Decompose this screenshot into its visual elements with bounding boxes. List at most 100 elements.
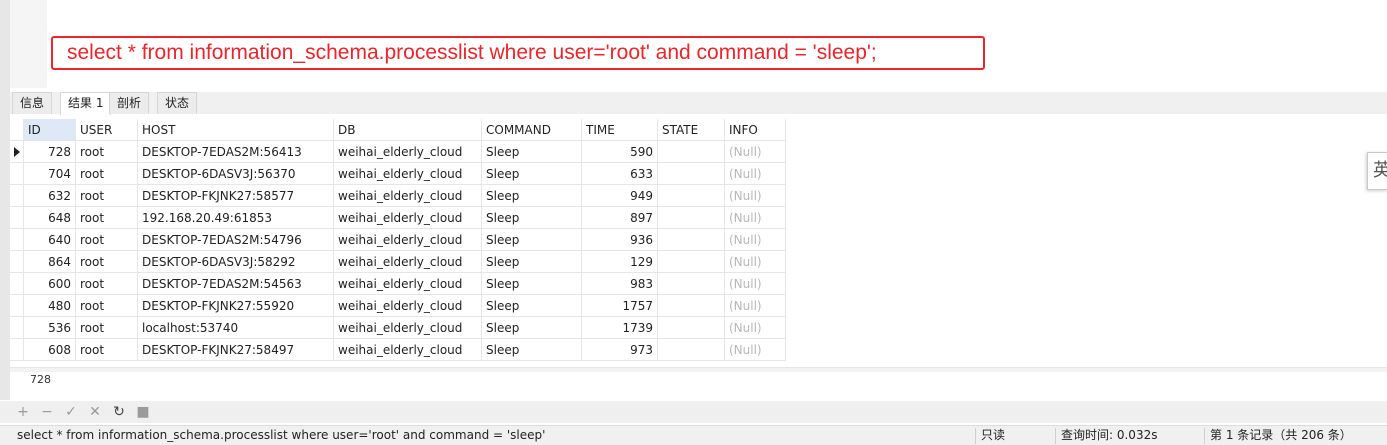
row-selector[interactable] — [10, 207, 24, 229]
cell-id[interactable]: 648 — [24, 207, 76, 229]
row-selector[interactable] — [10, 251, 24, 273]
cell-state[interactable] — [658, 295, 725, 317]
cell-user[interactable]: root — [76, 163, 138, 185]
cell-info[interactable]: (Null) — [725, 207, 786, 229]
cell-user[interactable]: root — [76, 207, 138, 229]
cell-id[interactable]: 480 — [24, 295, 76, 317]
tab-result-1[interactable]: 结果 1 — [60, 92, 112, 115]
row-selector[interactable] — [10, 163, 24, 185]
cell-command[interactable]: Sleep — [482, 251, 582, 273]
cell-host[interactable]: 192.168.20.49:61853 — [138, 207, 334, 229]
cell-time[interactable]: 1739 — [582, 317, 658, 339]
cell-command[interactable]: Sleep — [482, 207, 582, 229]
cell-command[interactable]: Sleep — [482, 339, 582, 361]
cell-command[interactable]: Sleep — [482, 295, 582, 317]
cell-id[interactable]: 728 — [24, 141, 76, 163]
cell-info[interactable]: (Null) — [725, 295, 786, 317]
cell-state[interactable] — [658, 251, 725, 273]
cell-id[interactable]: 704 — [24, 163, 76, 185]
cell-info[interactable]: (Null) — [725, 317, 786, 339]
cell-host[interactable]: DESKTOP-FKJNK27:55920 — [138, 295, 334, 317]
cell-time[interactable]: 590 — [582, 141, 658, 163]
cell-command[interactable]: Sleep — [482, 273, 582, 295]
cell-info[interactable]: (Null) — [725, 141, 786, 163]
column-header-id[interactable]: ID — [24, 119, 76, 141]
cell-db[interactable]: weihai_elderly_cloud — [334, 251, 482, 273]
cell-db[interactable]: weihai_elderly_cloud — [334, 207, 482, 229]
cell-time[interactable]: 973 — [582, 339, 658, 361]
column-header-state[interactable]: STATE — [658, 119, 725, 141]
cell-command[interactable]: Sleep — [482, 163, 582, 185]
row-selector[interactable] — [10, 317, 24, 339]
cell-info[interactable]: (Null) — [725, 251, 786, 273]
cell-host[interactable]: localhost:53740 — [138, 317, 334, 339]
column-header-host[interactable]: HOST — [138, 119, 334, 141]
cell-host[interactable]: DESKTOP-7EDAS2M:54796 — [138, 229, 334, 251]
stop-icon[interactable]: ■ — [135, 403, 151, 421]
cell-state[interactable] — [658, 141, 725, 163]
row-selector[interactable] — [10, 185, 24, 207]
cell-db[interactable]: weihai_elderly_cloud — [334, 141, 482, 163]
column-header-db[interactable]: DB — [334, 119, 482, 141]
cell-time[interactable]: 936 — [582, 229, 658, 251]
row-selector[interactable] — [10, 273, 24, 295]
cell-info[interactable]: (Null) — [725, 273, 786, 295]
row-selector[interactable] — [10, 295, 24, 317]
cell-command[interactable]: Sleep — [482, 185, 582, 207]
detail-pane-divider[interactable] — [10, 367, 1387, 372]
column-header-info[interactable]: INFO — [725, 119, 786, 141]
cell-host[interactable]: DESKTOP-7EDAS2M:54563 — [138, 273, 334, 295]
row-selector[interactable] — [10, 141, 24, 163]
cell-command[interactable]: Sleep — [482, 229, 582, 251]
cell-command[interactable]: Sleep — [482, 141, 582, 163]
cell-db[interactable]: weihai_elderly_cloud — [334, 273, 482, 295]
cell-db[interactable]: weihai_elderly_cloud — [334, 163, 482, 185]
cell-state[interactable] — [658, 273, 725, 295]
cell-state[interactable] — [658, 317, 725, 339]
cell-time[interactable]: 633 — [582, 163, 658, 185]
x-icon[interactable]: ✕ — [87, 403, 103, 421]
cell-time[interactable]: 949 — [582, 185, 658, 207]
cell-user[interactable]: root — [76, 229, 138, 251]
cell-id[interactable]: 640 — [24, 229, 76, 251]
cell-user[interactable]: root — [76, 339, 138, 361]
cell-command[interactable]: Sleep — [482, 317, 582, 339]
cell-state[interactable] — [658, 229, 725, 251]
cell-host[interactable]: DESKTOP-6DASV3J:56370 — [138, 163, 334, 185]
cell-id[interactable]: 536 — [24, 317, 76, 339]
cell-id[interactable]: 632 — [24, 185, 76, 207]
cell-host[interactable]: DESKTOP-FKJNK27:58497 — [138, 339, 334, 361]
row-selector[interactable] — [10, 339, 24, 361]
cell-state[interactable] — [658, 207, 725, 229]
cell-info[interactable]: (Null) — [725, 185, 786, 207]
column-header-user[interactable]: USER — [76, 119, 138, 141]
cell-host[interactable]: DESKTOP-FKJNK27:58577 — [138, 185, 334, 207]
refresh-icon[interactable]: ↻ — [111, 403, 127, 421]
cell-id[interactable]: 864 — [24, 251, 76, 273]
cell-time[interactable]: 1757 — [582, 295, 658, 317]
column-header-command[interactable]: COMMAND — [482, 119, 582, 141]
column-header-time[interactable]: TIME — [582, 119, 658, 141]
tab-info[interactable]: 信息 — [12, 92, 53, 114]
cell-state[interactable] — [658, 163, 725, 185]
cell-state[interactable] — [658, 339, 725, 361]
cell-user[interactable]: root — [76, 185, 138, 207]
cell-db[interactable]: weihai_elderly_cloud — [334, 229, 482, 251]
cell-host[interactable]: DESKTOP-6DASV3J:58292 — [138, 251, 334, 273]
cell-user[interactable]: root — [76, 251, 138, 273]
tab-status[interactable]: 状态 — [157, 92, 198, 114]
cell-info[interactable]: (Null) — [725, 229, 786, 251]
cell-time[interactable]: 897 — [582, 207, 658, 229]
tab-profile[interactable]: 剖析 — [109, 92, 150, 114]
cell-user[interactable]: root — [76, 141, 138, 163]
cell-info[interactable]: (Null) — [725, 163, 786, 185]
cell-user[interactable]: root — [76, 273, 138, 295]
cell-db[interactable]: weihai_elderly_cloud — [334, 295, 482, 317]
cell-db[interactable]: weihai_elderly_cloud — [334, 339, 482, 361]
cell-user[interactable]: root — [76, 317, 138, 339]
cell-host[interactable]: DESKTOP-7EDAS2M:56413 — [138, 141, 334, 163]
minus-icon[interactable]: − — [39, 403, 55, 421]
cell-time[interactable]: 983 — [582, 273, 658, 295]
cell-info[interactable]: (Null) — [725, 339, 786, 361]
ime-indicator[interactable]: 英 — [1367, 152, 1387, 190]
